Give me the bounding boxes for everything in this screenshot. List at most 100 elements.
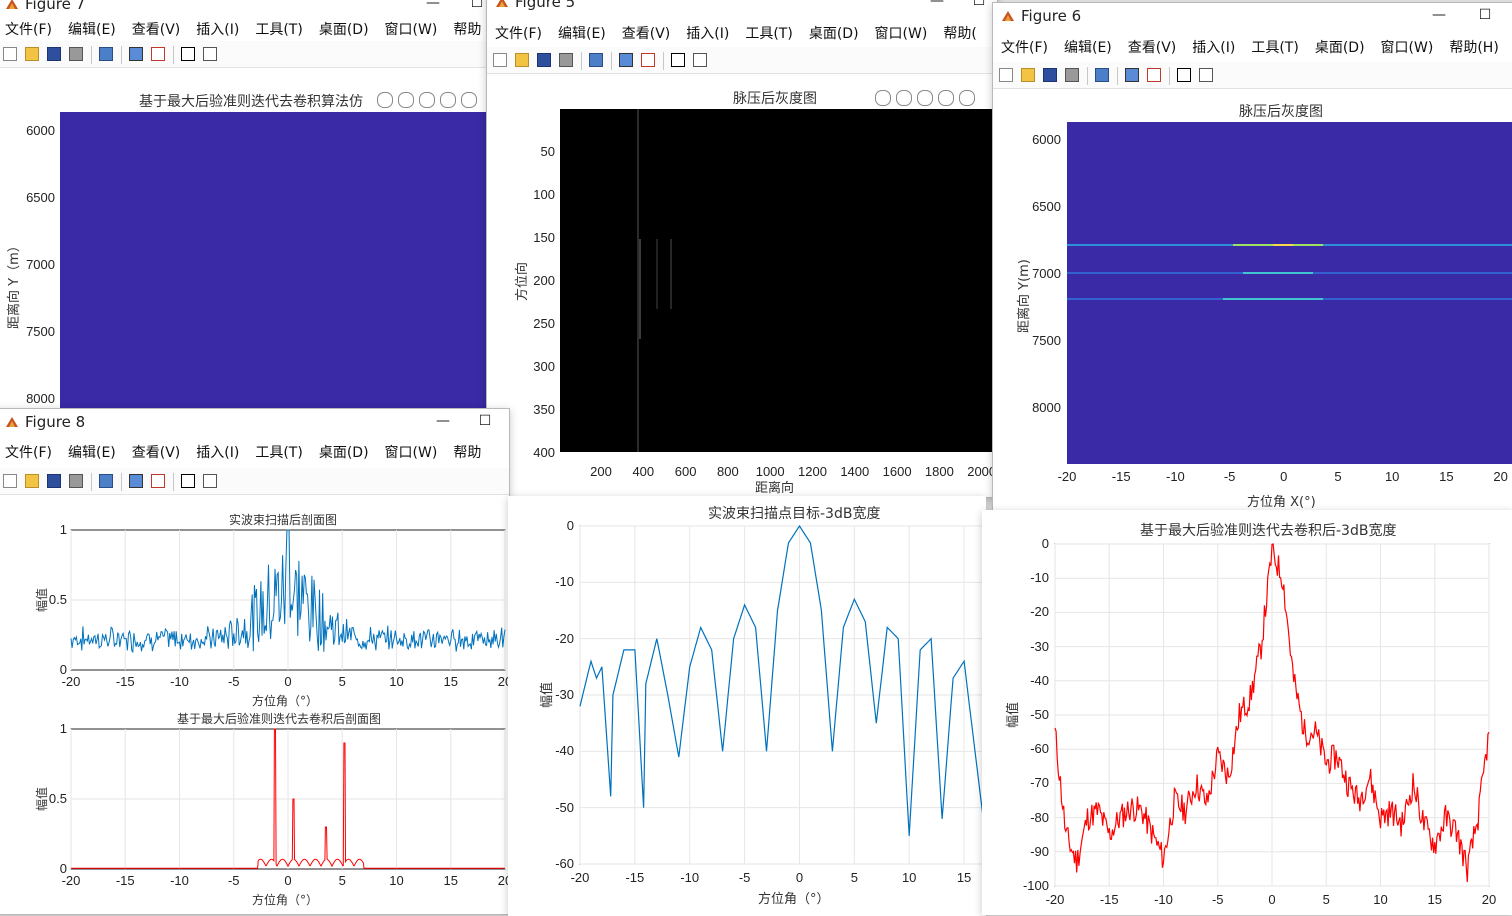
open-folder-icon[interactable] — [25, 47, 39, 61]
ytick-label: 0 — [59, 662, 67, 677]
right-plot-axes[interactable] — [982, 510, 1512, 909]
figure5-ylabel: 方位向 — [515, 261, 530, 301]
menu-item-0[interactable]: 文件(F) — [0, 19, 60, 41]
ytick-label: 100 — [533, 187, 555, 202]
ytick-label: -80 — [1030, 809, 1049, 825]
ytick-label: -30 — [1030, 638, 1049, 654]
xtick-label: 15 — [443, 873, 458, 888]
menu-item-5[interactable]: 桌面(D) — [311, 19, 377, 41]
property-editor-icon[interactable] — [203, 47, 217, 61]
xtick-label: 0 — [284, 674, 292, 689]
right-plot-ylabel: 幅值 — [1006, 701, 1021, 728]
xtick-label: 20 — [497, 674, 509, 689]
figure8-axes[interactable] — [0, 409, 509, 914]
xtick-label: -5 — [227, 873, 240, 888]
new-file-icon[interactable] — [3, 47, 17, 61]
menu-item-1[interactable]: 编辑(E) — [60, 19, 124, 41]
minimize-button[interactable]: — — [423, 0, 443, 14]
xtick-label: 15 — [443, 674, 458, 689]
xtick-label: -20 — [1057, 469, 1077, 484]
xtick-label: 1600 — [882, 464, 912, 479]
matlab-icon — [6, 0, 18, 9]
ytick-label: 0 — [1041, 536, 1049, 551]
figure8-top-xlabel: 方位角（°） — [252, 694, 319, 708]
figure5-axes[interactable] — [487, 0, 997, 497]
ytick-label: 8000 — [26, 391, 55, 406]
xtick-label: 800 — [717, 464, 739, 479]
xtick-label: -10 — [1165, 469, 1185, 484]
xtick-label: 0 — [795, 870, 804, 885]
xtick-label: 200 — [590, 464, 612, 479]
ytick-label: 7500 — [1032, 333, 1061, 348]
figure7-menubar: 文件(F) 编辑(E) 查看(V) 插入(I) 工具(T) 桌面(D) 窗口(W) 帮助 — [0, 19, 491, 41]
xtick-label: 400 — [632, 464, 655, 479]
figure7-title: Figure 7 — [25, 0, 86, 13]
xtick-label: 10 — [389, 873, 404, 888]
figure6-axes[interactable] — [993, 3, 1512, 511]
xtick-label: -5 — [1223, 469, 1236, 484]
menu-item-6[interactable]: 窗口(W) — [377, 19, 446, 41]
toolbar-separator — [173, 46, 174, 64]
xtick-label: -5 — [738, 870, 751, 885]
xtick-label: 10 — [901, 870, 917, 885]
ytick-label: 1 — [59, 721, 67, 736]
figure7-image — [60, 112, 491, 411]
xtick-label: -15 — [1099, 892, 1119, 907]
mid-plot-ylabel: 幅值 — [540, 681, 555, 708]
ytick-label: -60 — [1030, 741, 1049, 757]
figure7-ylabel: 距离向 Y（m） — [7, 239, 22, 329]
xtick-label: 5 — [850, 870, 858, 885]
xtick-label: -15 — [115, 873, 135, 888]
pointer-icon[interactable] — [181, 47, 195, 61]
menu-item-4[interactable]: 工具(T) — [247, 19, 310, 41]
ytick-label: 1 — [59, 522, 67, 537]
mid-plot-xlabel: 方位角（°） — [758, 892, 830, 907]
ytick-label: -60 — [555, 856, 574, 871]
ytick-label: -50 — [555, 799, 574, 815]
xtick-label: 10 — [1373, 892, 1388, 907]
colorbar-icon[interactable] — [129, 47, 143, 61]
ytick-label: 350 — [533, 402, 555, 417]
ytick-label: 50 — [540, 144, 555, 159]
xtick-label: -5 — [227, 674, 240, 689]
figure5-xlabel: 距离向 — [755, 481, 795, 496]
ytick-label: 6500 — [26, 190, 55, 205]
figure7-titlebar[interactable]: Figure 7 — ☐ — [0, 0, 491, 19]
link-plot-icon[interactable] — [99, 47, 113, 61]
xtick-label: 600 — [674, 464, 697, 479]
figure7-window: Figure 7 — ☐ 文件(F) 编辑(E) 查看(V) 插入(I) 工具(T) 桌面… — [0, 0, 492, 412]
print-icon[interactable] — [69, 47, 83, 61]
xtick-label: 15 — [1427, 892, 1442, 907]
figure6-window: Figure 6 — ☐ 文件(F) 编辑(E) 查看(V) 插入(I) 工具(T) 桌面… — [992, 2, 1512, 512]
figure7-toolbar — [0, 41, 491, 68]
figure7-axes[interactable] — [0, 101, 491, 411]
xtick-label: -15 — [115, 674, 135, 689]
ytick-label: -40 — [1030, 672, 1049, 688]
ytick-label: -100 — [1022, 878, 1049, 893]
ytick-label: -20 — [1030, 604, 1049, 620]
xtick-label: -15 — [625, 870, 645, 885]
ytick-label: 8000 — [1032, 400, 1061, 415]
ytick-label: 250 — [533, 316, 555, 331]
xtick-label: -20 — [1045, 892, 1065, 907]
menu-item-7[interactable]: 帮助 — [445, 19, 489, 41]
xtick-label: -10 — [1154, 892, 1173, 907]
figure6-image — [1067, 122, 1512, 464]
xtick-label: 0 — [284, 873, 292, 888]
figure5-window: Figure 5 — ☐ 文件(F) 编辑(E) 查看(V) 插入(I) 工具(T) 桌面… — [486, 0, 998, 498]
xtick-label: -10 — [170, 873, 189, 888]
xtick-label: 20 — [1481, 892, 1497, 907]
save-icon[interactable] — [47, 47, 61, 61]
mid-plot-axes[interactable] — [508, 496, 986, 909]
figure8-window: Figure 8 — ☐ 文件(F) 编辑(E) 查看(V) 插入(I) 工具(T) 桌面… — [0, 408, 510, 915]
legend-icon[interactable] — [151, 47, 165, 61]
xtick-label: 10 — [1384, 469, 1400, 484]
figure8-top-ylabel: 幅值 — [35, 587, 49, 612]
menu-item-2[interactable]: 查看(V) — [124, 19, 189, 41]
xtick-label: -15 — [1111, 469, 1131, 484]
figure6-xlabel: 方位角 X(°) — [1247, 495, 1316, 510]
xtick-label: 5 — [1322, 892, 1330, 907]
maximize-button[interactable]: ☐ — [467, 0, 487, 14]
ytick-label: -20 — [555, 630, 574, 646]
menu-item-3[interactable]: 插入(I) — [188, 19, 247, 41]
